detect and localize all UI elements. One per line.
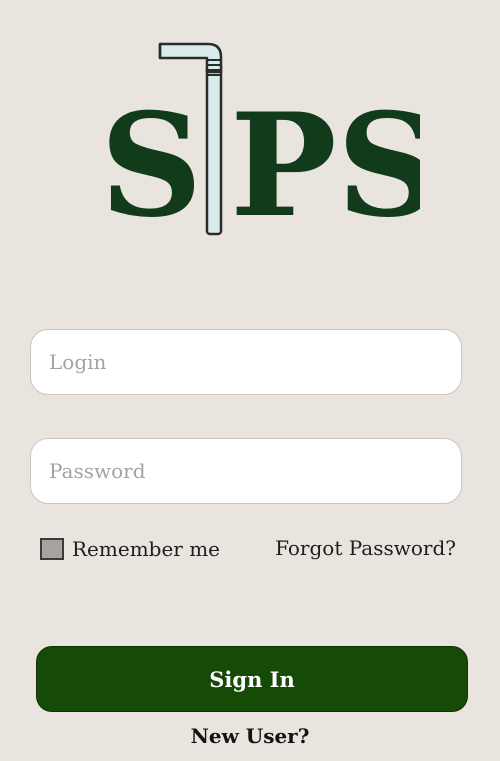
sign-in-button[interactable]: Sign In (36, 646, 468, 712)
remember-me-toggle[interactable]: Remember me (40, 537, 220, 561)
new-user-link[interactable]: New User? (0, 724, 500, 748)
login-field-box[interactable] (30, 329, 462, 395)
remember-me-label: Remember me (72, 537, 221, 561)
logo-letter-s: S (100, 83, 203, 249)
password-input[interactable] (49, 439, 461, 503)
password-field-box[interactable] (30, 438, 462, 504)
sips-logo: S PS (90, 30, 420, 250)
login-input[interactable] (49, 330, 461, 394)
remember-me-checkbox[interactable] (40, 538, 64, 560)
forgot-password-link[interactable]: Forgot Password? (275, 536, 456, 560)
logo-graphic: S PS (100, 42, 420, 249)
logo-letters-ps: PS (230, 83, 420, 249)
